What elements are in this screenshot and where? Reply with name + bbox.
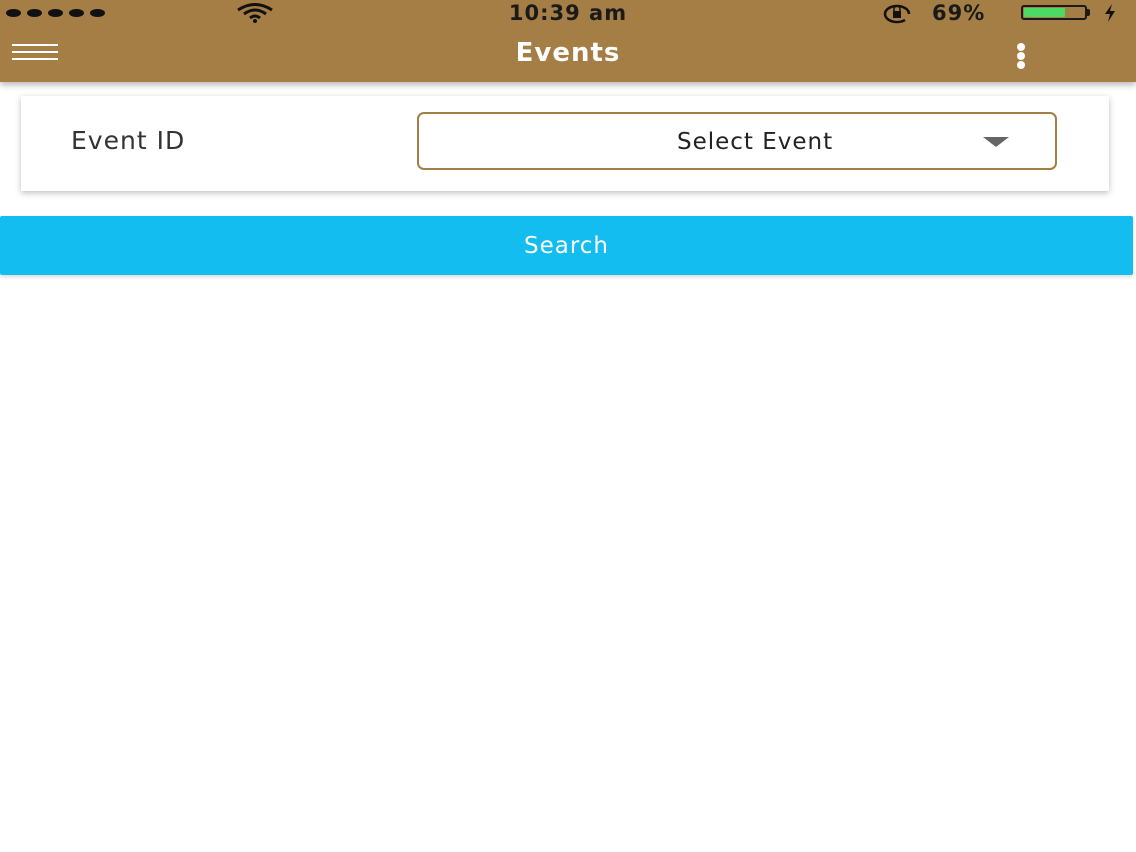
- battery-tip: [1087, 9, 1090, 16]
- app-header: 10:39 am 69% Events: [0, 0, 1136, 82]
- battery-icon: [1021, 5, 1087, 20]
- rotation-lock-icon: [883, 4, 911, 24]
- charging-bolt-icon: [1105, 4, 1115, 22]
- search-button[interactable]: Search: [0, 216, 1133, 275]
- event-select-value: Select Event: [677, 129, 834, 155]
- page-title: Events: [515, 38, 621, 68]
- battery-percent: 69%: [932, 1, 986, 25]
- event-id-label: Event ID: [71, 126, 186, 155]
- event-select-dropdown[interactable]: Select Event: [417, 112, 1057, 170]
- event-filter-card: Event ID Select Event: [21, 96, 1109, 191]
- status-bar: 10:39 am 69%: [0, 0, 1136, 28]
- vertical-ellipsis-icon[interactable]: [1015, 43, 1027, 69]
- battery-level-fill: [1024, 8, 1066, 17]
- dropdown-caret-icon: [983, 137, 1009, 147]
